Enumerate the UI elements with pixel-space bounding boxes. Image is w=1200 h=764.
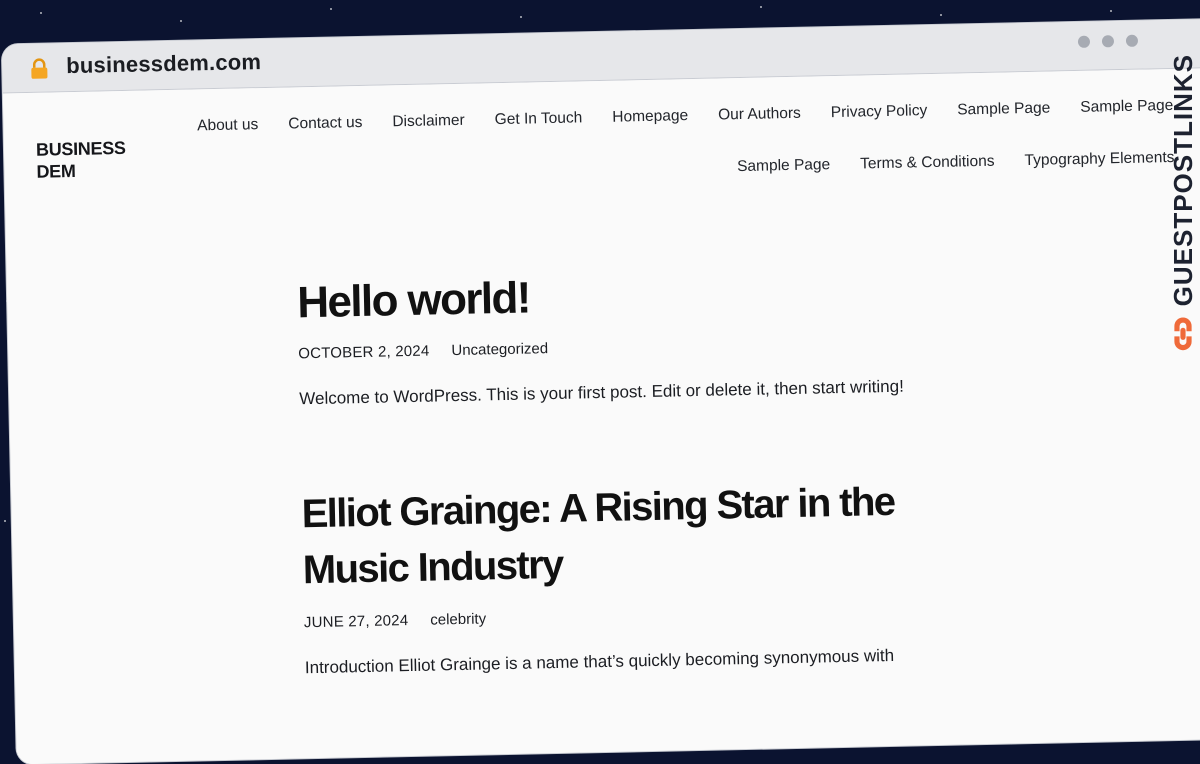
nav-get-in-touch[interactable]: Get In Touch — [495, 109, 583, 129]
post-title-link[interactable]: Hello world! — [297, 264, 938, 329]
post-title-link[interactable]: Elliot Grainge: A Rising Star in the Mus… — [301, 473, 943, 598]
nav-typography-elements[interactable]: Typography Elements — [1024, 149, 1174, 170]
nav-contact-us[interactable]: Contact us — [288, 114, 362, 134]
nav-privacy-policy[interactable]: Privacy Policy — [831, 102, 928, 122]
guestpostlinks-watermark: GUESTPOSTLINKS — [1158, 54, 1200, 354]
window-dot-icon[interactable] — [1101, 35, 1115, 48]
post-category-link[interactable]: Uncategorized — [451, 340, 548, 359]
nav-sample-page[interactable]: Sample Page — [957, 100, 1050, 120]
post-item: Hello world! OCTOBER 2, 2024 Uncategoriz… — [297, 264, 940, 412]
logo-line: DEM — [36, 160, 76, 182]
address-bar-url[interactable]: businessdem.com — [66, 49, 261, 79]
nav-disclaimer[interactable]: Disclaimer — [392, 112, 465, 132]
nav-homepage[interactable]: Homepage — [612, 107, 688, 127]
link-chain-icon — [1174, 317, 1192, 351]
post-item: Elliot Grainge: A Rising Star in the Mus… — [301, 473, 945, 681]
nav-about-us[interactable]: About us — [197, 116, 259, 135]
window-dot-icon[interactable] — [1077, 35, 1091, 48]
web-page: BUSINESS DEM About us Contact us Disclai… — [2, 67, 1200, 764]
watermark-text: GUESTPOSTLINKS — [1167, 54, 1198, 307]
lock-icon — [31, 58, 48, 79]
nav-our-authors[interactable]: Our Authors — [718, 105, 801, 125]
window-controls — [1077, 34, 1139, 48]
logo-line: BUSINESS — [35, 137, 126, 160]
post-meta: OCTOBER 2, 2024 Uncategorized — [298, 332, 938, 362]
nav-row-1: About us Contact us Disclaimer Get In To… — [183, 97, 1174, 136]
browser-window: businessdem.com BUSINESS DEM About us Co… — [1, 18, 1200, 764]
post-list: Hello world! OCTOBER 2, 2024 Uncategoriz… — [297, 264, 946, 698]
post-meta: JUNE 27, 2024 celebrity — [304, 601, 944, 631]
site-logo[interactable]: BUSINESS DEM — [36, 136, 147, 182]
nav-sample-page[interactable]: Sample Page — [737, 156, 830, 176]
post-date-link[interactable]: OCTOBER 2, 2024 — [298, 343, 429, 363]
nav-row-2: Sample Page Terms & Conditions Typograph… — [184, 149, 1175, 188]
window-dot-icon[interactable] — [1125, 34, 1139, 47]
post-excerpt: Welcome to WordPress. This is your first… — [299, 376, 905, 409]
post-category-link[interactable]: celebrity — [430, 610, 486, 628]
nav-terms-conditions[interactable]: Terms & Conditions — [860, 153, 995, 174]
post-excerpt: Introduction Elliot Grainge is a name th… — [304, 645, 895, 678]
post-date-link[interactable]: JUNE 27, 2024 — [304, 612, 409, 631]
main-navigation: About us Contact us Disclaimer Get In To… — [183, 97, 1175, 188]
